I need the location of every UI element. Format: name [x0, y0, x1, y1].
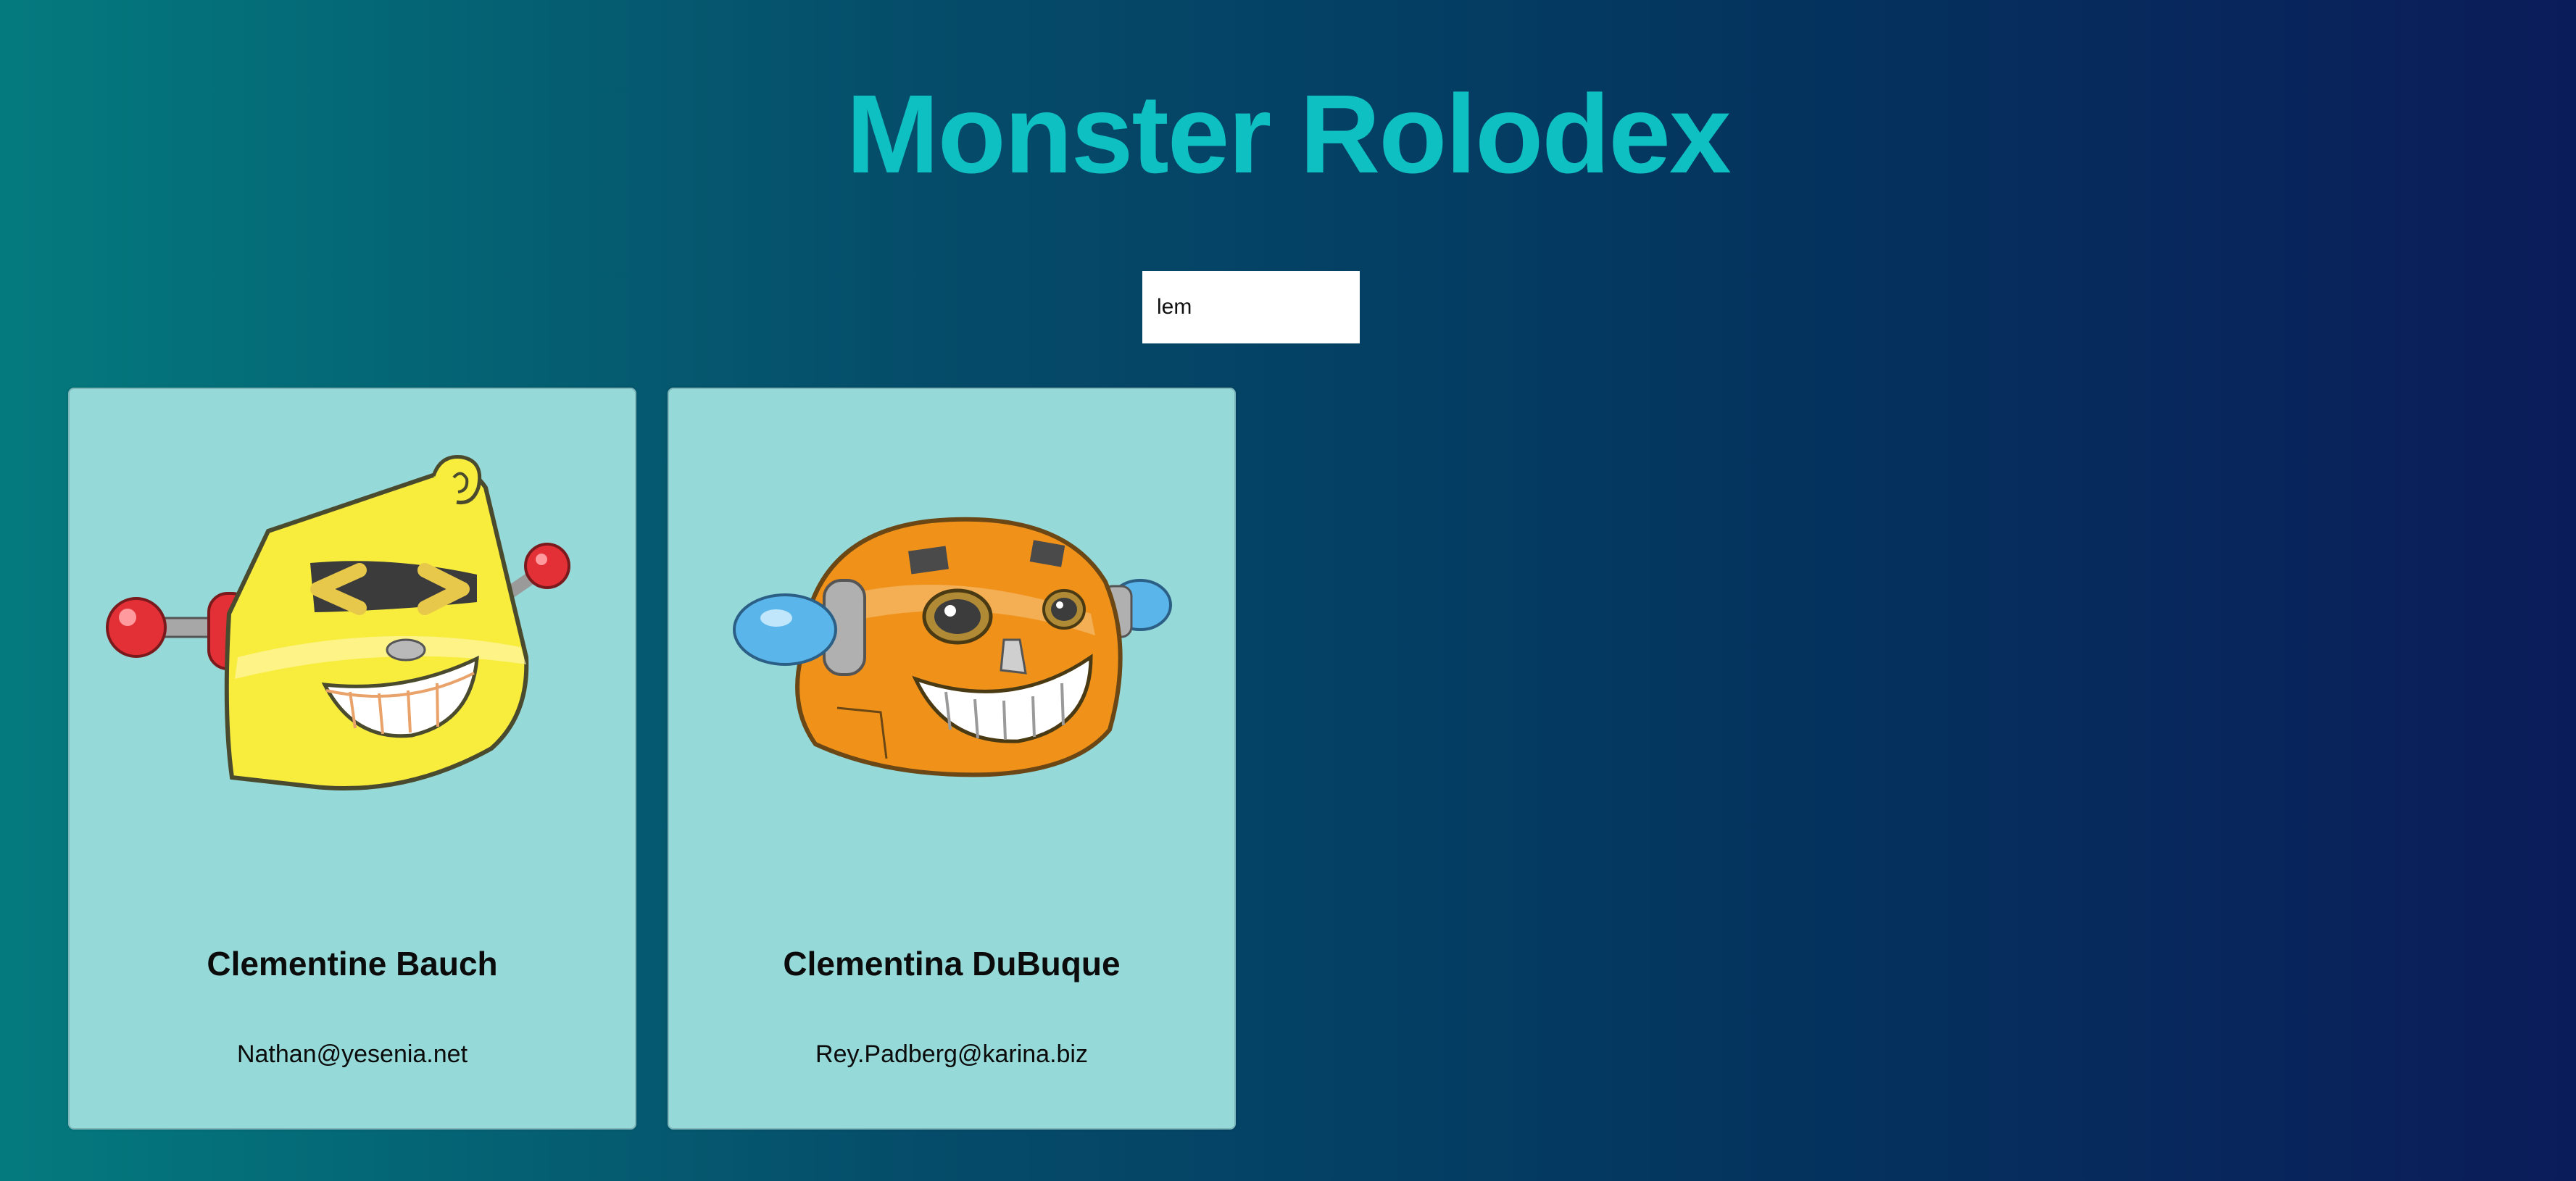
yellow-robot-icon [106, 455, 570, 791]
orange-robot-icon [733, 517, 1172, 777]
monster-card[interactable]: Clementine Bauch Nathan@yesenia.net [68, 388, 636, 1130]
page-title: Monster Rolodex [846, 72, 1731, 196]
monster-name: Clementine Bauch [207, 945, 498, 982]
monster-email: Rey.Padberg@karina.biz [815, 1040, 1088, 1068]
monster-name: Clementina DuBuque [783, 945, 1121, 982]
monster-email: Nathan@yesenia.net [236, 1040, 468, 1068]
monster-card[interactable]: Clementina DuBuque Rey.Padberg@karina.bi… [668, 388, 1236, 1130]
search-input[interactable] [1142, 271, 1360, 343]
